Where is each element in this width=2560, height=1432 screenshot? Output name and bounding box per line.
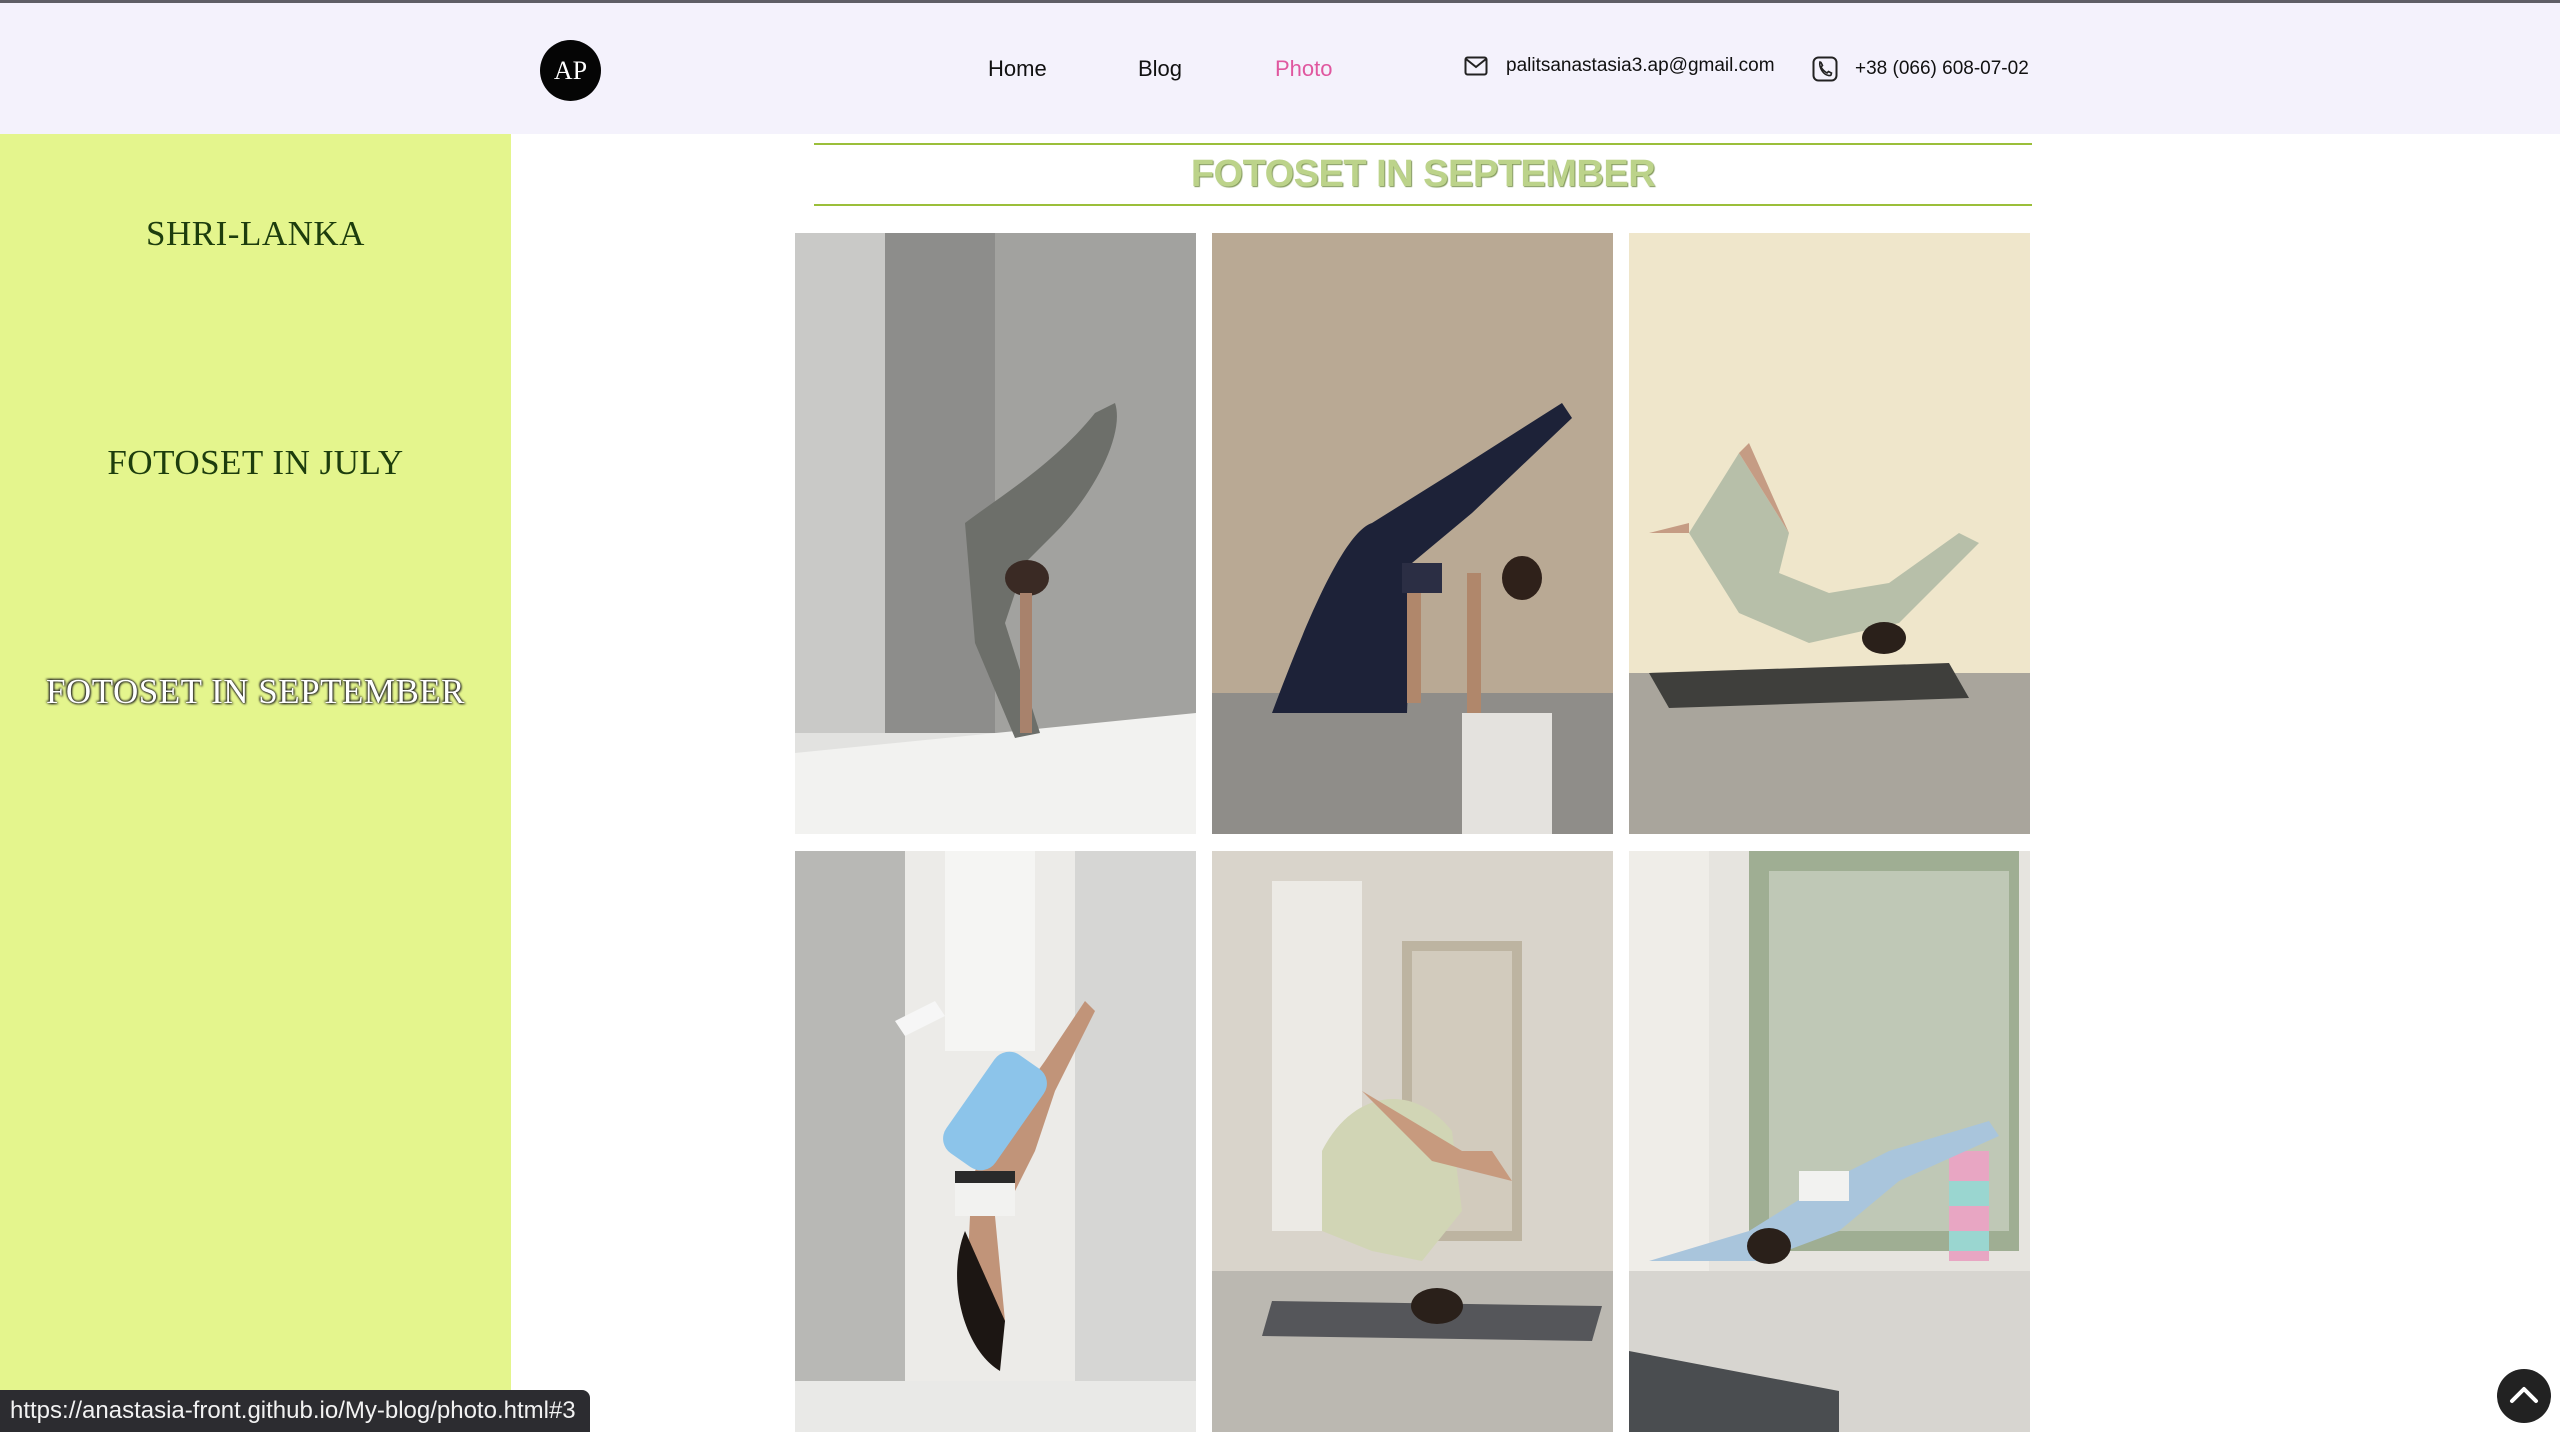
status-bar-url: https://anastasia-front.github.io/My-blo…	[0, 1390, 590, 1432]
site-header: AP Home Blog Photo palitsanastasia3.ap@g…	[0, 3, 2560, 134]
envelope-icon	[1463, 53, 1489, 79]
phone-text: +38 (066) 608-07-02	[1855, 58, 2029, 79]
scroll-to-top-button[interactable]	[2497, 1369, 2551, 1423]
section-heading: FOTOSET IN SEPTEMBER	[814, 143, 2032, 206]
sidebar: SHRI-LANKA FOTOSET IN JULY FOTOSET IN SE…	[0, 134, 511, 1432]
email-contact[interactable]: palitsanastasia3.ap@gmail.com	[1463, 53, 1775, 79]
sidebar-item-fotoset-september[interactable]: FOTOSET IN SEPTEMBER	[0, 672, 511, 712]
email-text: palitsanastasia3.ap@gmail.com	[1506, 55, 1775, 76]
gallery-photo-3[interactable]	[1629, 233, 2030, 834]
gallery-photo-1[interactable]	[795, 233, 1196, 834]
gallery-photo-6[interactable]	[1629, 851, 2030, 1432]
sidebar-item-shri-lanka[interactable]: SHRI-LANKA	[0, 214, 511, 254]
gallery-photo-4[interactable]	[795, 851, 1196, 1432]
nav-home-link[interactable]: Home	[988, 56, 1047, 82]
status-url-text: https://anastasia-front.github.io/My-blo…	[10, 1397, 576, 1424]
phone-contact[interactable]: +38 (066) 608-07-02	[1812, 56, 2029, 82]
gallery-photo-5[interactable]	[1212, 851, 1613, 1432]
phone-icon	[1812, 56, 1838, 82]
logo[interactable]: AP	[540, 40, 601, 101]
nav-blog-link[interactable]: Blog	[1138, 56, 1182, 82]
sidebar-item-fotoset-july[interactable]: FOTOSET IN JULY	[0, 443, 511, 483]
nav-photo-link[interactable]: Photo	[1275, 56, 1333, 82]
gallery-photo-2[interactable]	[1212, 233, 1613, 834]
chevron-up-icon	[2509, 1384, 2539, 1409]
section-title: FOTOSET IN SEPTEMBER	[1190, 153, 1656, 195]
